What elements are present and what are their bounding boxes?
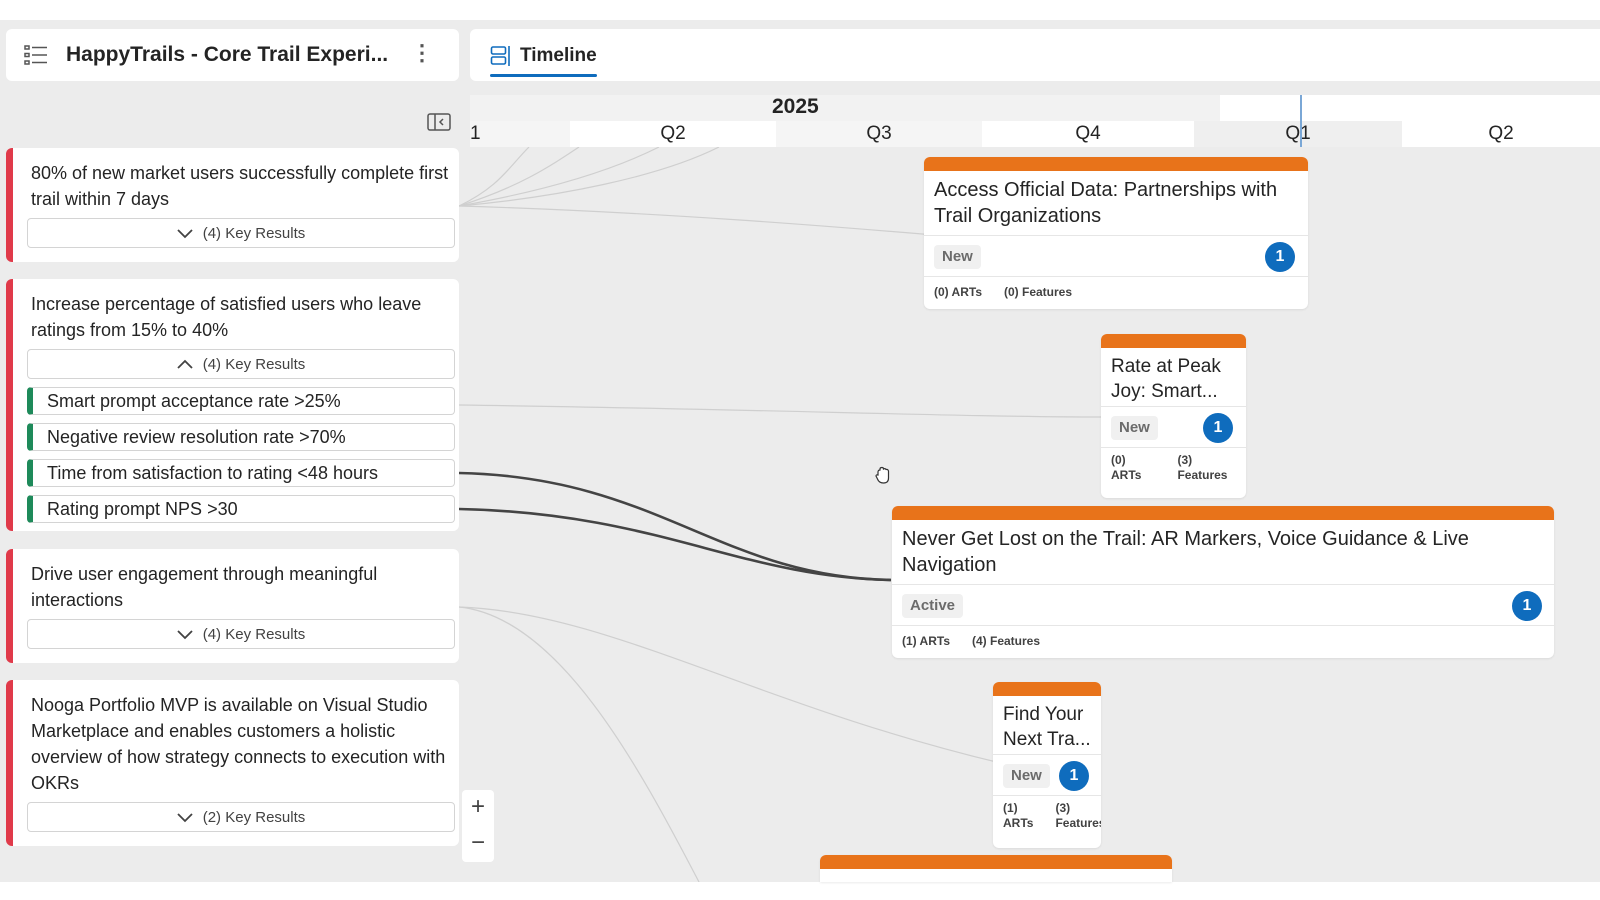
arts-count: (1) (1003, 801, 1018, 815)
objective-title: 80% of new market users successfully com… (31, 163, 449, 209)
zoom-controls: + − (462, 790, 494, 862)
objective-card[interactable]: Increase percentage of satisfied users w… (6, 279, 459, 531)
quarter-cell: 1 (470, 121, 570, 147)
epic-color-bar (1101, 334, 1246, 348)
key-result-item[interactable]: Negative review resolution rate >70% (27, 423, 455, 451)
chevron-up-icon (177, 359, 193, 369)
chevron-down-icon (177, 630, 193, 640)
status-badge: New (934, 245, 981, 269)
epic-card[interactable]: Access Official Data: Partnerships with … (924, 157, 1308, 309)
zoom-in-button[interactable]: + (462, 790, 494, 826)
grab-cursor-icon (875, 466, 890, 484)
more-vertical-icon[interactable]: ⋮ (411, 42, 433, 64)
key-results-toggle[interactable]: (2) Key Results (27, 802, 455, 832)
features-label: Features (1055, 816, 1101, 830)
features-count: (4) Features (972, 634, 1041, 648)
arts-label: ARTs (1111, 468, 1142, 482)
objective-title: Increase percentage of satisfied users w… (31, 294, 422, 340)
key-results-toggle[interactable]: (4) Key Results (27, 218, 455, 248)
key-results-label: (4) Key Results (202, 625, 306, 643)
quarter-cell: Q4 (982, 121, 1194, 147)
epic-title: Access Official Data: Partnerships with … (934, 179, 1278, 227)
list-icon[interactable] (24, 43, 48, 67)
status-badge: New (1111, 416, 1158, 440)
key-result-item[interactable]: Rating prompt NPS >30 (27, 495, 455, 523)
epic-card-partial[interactable] (820, 855, 1172, 882)
key-results-label: (4) Key Results (202, 355, 306, 373)
objective-card[interactable]: Drive user engagement through meaningful… (6, 549, 459, 663)
key-result-item[interactable]: Time from satisfaction to rating <48 hou… (27, 459, 455, 487)
year-label: 2025 (772, 95, 819, 118)
quarter-cell: Q2 (570, 121, 776, 147)
arts-label: ARTs (1003, 816, 1034, 830)
tab-timeline-label: Timeline (520, 45, 597, 66)
objective-title: Drive user engagement through meaningful… (31, 564, 378, 610)
count-badge[interactable]: 1 (1059, 761, 1089, 791)
quarter-cell: Q3 (776, 121, 982, 147)
count-badge[interactable]: 1 (1265, 242, 1295, 272)
count-badge[interactable]: 1 (1203, 413, 1233, 443)
epic-title: Never Get Lost on the Trail: AR Markers,… (902, 528, 1469, 576)
zoom-out-button[interactable]: − (462, 826, 494, 862)
objective-card[interactable]: 80% of new market users successfully com… (6, 148, 459, 262)
objective-title: Nooga Portfolio MVP is available on Visu… (31, 695, 446, 793)
tab-timeline[interactable]: Timeline (490, 41, 597, 77)
key-results-toggle[interactable]: (4) Key Results (27, 349, 455, 379)
epic-card[interactable]: Rate at Peak Joy: Smart... New 1 (0) ARTs… (1101, 334, 1246, 498)
today-marker (1300, 95, 1302, 147)
quarter-cell: Q1 (1194, 121, 1402, 147)
active-tab-indicator (490, 74, 597, 77)
epic-color-bar (924, 157, 1308, 171)
quarter-cell: Q2 (1402, 121, 1600, 147)
features-count: (3) (1055, 801, 1071, 815)
epic-title: Rate at Peak Joy: Smart... (1111, 356, 1221, 402)
arts-count: (0) ARTs (934, 285, 982, 299)
features-count: (0) Features (1004, 285, 1073, 299)
key-results-label: (2) Key Results (202, 808, 306, 826)
chevron-down-icon (177, 229, 193, 239)
count-badge[interactable]: 1 (1512, 591, 1542, 621)
epic-card[interactable]: Never Get Lost on the Trail: AR Markers,… (892, 506, 1554, 658)
features-label: Features (1177, 468, 1228, 482)
epic-color-bar (820, 855, 1172, 869)
objective-card[interactable]: Nooga Portfolio MVP is available on Visu… (6, 680, 459, 846)
timeline-icon (490, 46, 510, 66)
key-results-label: (4) Key Results (202, 224, 306, 242)
key-results-toggle[interactable]: (4) Key Results (27, 619, 455, 649)
plan-title: HappyTrails - Core Trail Experi... (66, 43, 389, 66)
key-result-item[interactable]: Smart prompt acceptance rate >25% (27, 387, 455, 415)
epic-color-bar (892, 506, 1554, 520)
epic-color-bar (993, 682, 1101, 696)
epic-title: Find Your Next Tra... (1003, 704, 1091, 750)
status-badge: New (1003, 764, 1050, 788)
arts-count: (1) ARTs (902, 634, 950, 648)
arts-count: (0) (1111, 453, 1126, 467)
epic-card[interactable]: Find Your Next Tra... New 1 (1) ARTs (3) F… (993, 682, 1101, 848)
quarter-header: 1 Q2 Q3 Q4 Q1 Q2 (470, 121, 1600, 147)
view-tabs-bar: Timeline (470, 29, 1600, 81)
status-badge: Active (902, 594, 964, 618)
chevron-down-icon (177, 813, 193, 823)
features-count: (3) (1177, 453, 1193, 467)
collapse-panel-icon[interactable] (427, 112, 451, 132)
plan-header: HappyTrails - Core Trail Experi... ⋮ (6, 29, 459, 81)
